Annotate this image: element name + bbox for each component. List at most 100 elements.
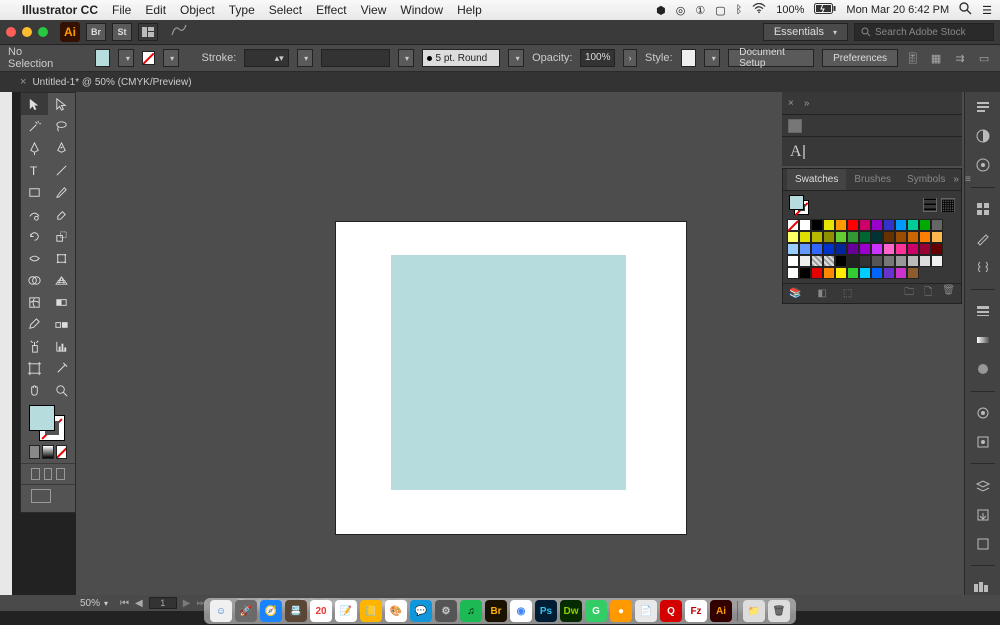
menu-select[interactable]: Select [269,3,302,17]
rectangle-tool[interactable] [21,181,48,203]
draw-inside[interactable] [56,468,65,480]
swatch-cell[interactable] [859,255,871,267]
gradient-panel-icon[interactable] [972,331,994,350]
menu-view[interactable]: View [361,3,387,17]
brush-dropdown[interactable] [508,49,524,67]
swatch-libraries-icon[interactable]: 📚 [789,288,801,299]
selection-tool[interactable] [21,93,48,115]
brushes-tab[interactable]: Brushes [846,169,899,190]
shape-builder-tool[interactable] [21,269,48,291]
brush-selector[interactable]: 5 pt. Round [422,49,501,67]
swatch-cell[interactable] [787,267,799,279]
align-icon[interactable]: ⇉ [952,50,968,66]
swatch-cell[interactable] [907,255,919,267]
swatch-cell[interactable] [787,231,799,243]
swatch-cell[interactable] [859,267,871,279]
dock-app[interactable]: 📝 [335,600,357,622]
swatch-cell[interactable] [799,267,811,279]
opacity-field[interactable]: 100% [580,49,615,67]
scale-tool[interactable] [48,225,75,247]
fill-stroke-indicator[interactable] [21,401,75,443]
swatch-cell[interactable] [823,267,835,279]
dock-app[interactable]: G [585,600,607,622]
line-tool[interactable] [48,159,75,181]
swatch-cell[interactable] [823,255,835,267]
swatch-cell[interactable] [859,231,871,243]
swatch-cell[interactable] [895,231,907,243]
swatch-cell[interactable] [835,267,847,279]
lasso-tool[interactable] [48,115,75,137]
mini-panel-header[interactable]: ×» [782,92,962,114]
stroke-weight-field[interactable]: ▴▾ [244,49,288,67]
dock-app[interactable]: 📒 [360,600,382,622]
swatch-cell[interactable] [907,219,919,231]
swatch-cell[interactable] [811,267,823,279]
swatch-grid-view[interactable]: ▦ [941,198,955,212]
swatch-cell[interactable] [811,219,823,231]
color-panel-icon[interactable] [972,127,994,146]
swatch-cell[interactable] [895,243,907,255]
artboards-panel-icon[interactable] [972,534,994,553]
swatch-cell[interactable] [871,255,883,267]
dock-app[interactable]: 📁 [743,600,765,622]
cc-status-icon[interactable]: ◎ [676,4,686,17]
clock[interactable]: Mon Mar 20 6:42 PM [846,4,949,16]
swatch-cell[interactable] [907,267,919,279]
swatch-cell[interactable] [847,243,859,255]
appearance-panel-icon[interactable] [972,403,994,422]
dock-app[interactable]: ◉ [510,600,532,622]
panel-expand-icon[interactable]: » [953,174,959,185]
dock-app[interactable]: 🚀 [235,600,257,622]
graphic-style-swatch[interactable] [681,49,697,67]
swatch-cell[interactable] [835,231,847,243]
zoom-tool[interactable] [48,379,75,401]
new-group-icon[interactable]: 🗀 [904,285,914,302]
swatch-cell[interactable] [847,219,859,231]
graph-tool[interactable] [48,335,75,357]
dock-app[interactable]: ● [610,600,632,622]
wifi-icon[interactable] [752,3,766,17]
stroke-dropdown[interactable] [163,49,179,67]
color-preview[interactable] [788,119,802,133]
fill-swatch[interactable] [95,49,111,67]
arrange-docs-icon[interactable] [138,23,158,41]
screen-mode[interactable] [21,484,75,512]
menu-type[interactable]: Type [229,3,255,17]
dock-app[interactable]: 🧭 [260,600,282,622]
dock-app[interactable]: ⚙ [435,600,457,622]
stroke-panel-icon[interactable] [972,302,994,321]
hand-tool[interactable] [21,379,48,401]
notification-icon[interactable]: ☰ [982,4,992,17]
swatch-options-icon[interactable]: ⬚ [843,288,852,299]
swatch-cell[interactable] [895,219,907,231]
draw-normal[interactable] [31,468,40,480]
menu-window[interactable]: Window [400,3,443,17]
transform-icon[interactable]: ▭ [976,50,992,66]
close-button[interactable] [6,27,16,37]
magic-wand-tool[interactable] [21,115,48,137]
new-swatch-icon[interactable]: 🗋 [924,285,932,302]
menu-object[interactable]: Object [180,3,215,17]
symbol-sprayer-tool[interactable] [21,335,48,357]
swatch-cell[interactable] [859,219,871,231]
swatch-cell[interactable] [847,231,859,243]
eyedropper-tool[interactable] [21,313,48,335]
swatch-cell[interactable] [799,231,811,243]
direct-selection-tool[interactable] [48,93,75,115]
blend-tool[interactable] [48,313,75,335]
swatch-cell[interactable] [787,219,799,231]
artboard-tool[interactable] [21,357,48,379]
swatch-cell[interactable] [835,243,847,255]
swatch-cell[interactable] [895,255,907,267]
swatch-cell[interactable] [883,219,895,231]
menu-effect[interactable]: Effect [316,3,346,17]
dock-app[interactable]: ♫ [460,600,482,622]
swatch-cell[interactable] [835,255,847,267]
free-transform-tool[interactable] [48,247,75,269]
swatch-cell[interactable] [931,231,943,243]
swatch-cell[interactable] [883,231,895,243]
swatch-cell[interactable] [799,255,811,267]
battery-icon[interactable] [814,3,836,17]
properties-icon[interactable] [972,98,994,117]
brushes-dock-icon[interactable] [972,229,994,248]
